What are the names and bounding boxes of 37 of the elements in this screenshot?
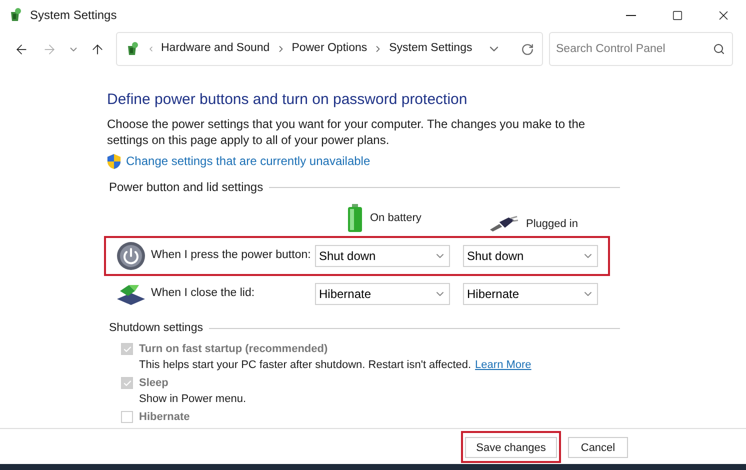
breadcrumb[interactable]: System Settings bbox=[389, 40, 472, 58]
chevron-icon bbox=[147, 45, 155, 53]
dropdown[interactable]: Hibernate bbox=[463, 283, 598, 305]
option-description: Show in Power menu. bbox=[139, 392, 246, 408]
shield-icon bbox=[107, 154, 121, 168]
breadcrumb[interactable]: Hardware and Sound bbox=[161, 40, 270, 58]
row-label: When I close the lid: bbox=[151, 286, 256, 302]
search-field[interactable]: Search Control Panel bbox=[549, 32, 733, 66]
plug-icon bbox=[490, 216, 518, 232]
check-icon bbox=[122, 344, 132, 354]
column-header: Plugged in bbox=[526, 216, 578, 232]
window-title: System Settings bbox=[30, 7, 117, 24]
section-title: Power button and lid settings bbox=[108, 179, 264, 196]
change-settings-link[interactable]: Change settings that are currently unavailable bbox=[126, 152, 370, 170]
dropdown[interactable]: Shut down bbox=[463, 245, 598, 267]
check-icon bbox=[122, 378, 132, 388]
dialog-button[interactable]: Cancel bbox=[568, 437, 628, 458]
dialog-button[interactable]: Save changes bbox=[465, 437, 557, 458]
page-heading: Define power buttons and turn on password protection bbox=[107, 90, 468, 110]
option-description: This helps start your PC faster after shutdown. Restart isn't affected. bbox=[139, 358, 472, 374]
address-bar[interactable]: Hardware and Sound Power Options System Settings bbox=[116, 32, 543, 66]
option-label: Sleep bbox=[139, 376, 168, 392]
battery-icon bbox=[348, 204, 362, 232]
maximize-icon bbox=[672, 10, 682, 20]
section-title: Shutdown settings bbox=[108, 321, 203, 336]
minimize-icon bbox=[626, 14, 636, 16]
power-icon bbox=[116, 241, 146, 271]
option-label: Hibernate bbox=[139, 410, 190, 426]
intro-text: Choose the power settings that you want for your computer. The changes you make to the settings on this page apply to all of your power plans. bbox=[107, 116, 586, 148]
option-label: Turn on fast startup (recommended) bbox=[139, 342, 328, 358]
refresh-icon[interactable] bbox=[521, 42, 534, 56]
row-label: When I press the power button: bbox=[151, 248, 312, 264]
dropdown[interactable]: Shut down bbox=[315, 245, 450, 267]
search-icon bbox=[713, 43, 725, 55]
column-header: On battery bbox=[370, 210, 422, 226]
breadcrumb[interactable]: Power Options bbox=[292, 40, 368, 58]
dropdown[interactable]: Hibernate bbox=[315, 283, 450, 305]
